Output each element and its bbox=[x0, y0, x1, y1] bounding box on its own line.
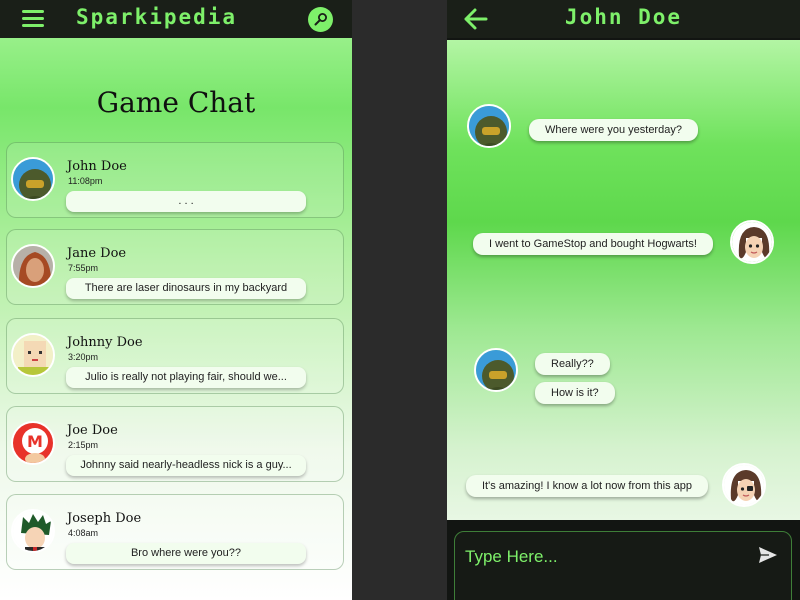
send-icon bbox=[759, 547, 777, 563]
chat-list-item[interactable]: M Joe Doe 2:15pm Johnny said nearly-head… bbox=[6, 406, 344, 482]
chat-preview: . . . bbox=[66, 191, 306, 212]
doom-slayer-avatar bbox=[474, 348, 518, 392]
chat-preview: Julio is really not playing fair, should… bbox=[66, 367, 306, 388]
app-title: Sparkipedia bbox=[76, 5, 238, 29]
chat-name: Jane Doe bbox=[67, 246, 127, 261]
chat-list-item[interactable]: Johnny Doe 3:20pm Julio is really not pl… bbox=[6, 318, 344, 394]
doom-slayer-avatar bbox=[11, 157, 55, 201]
chat-time: 11:08pm bbox=[68, 176, 103, 186]
search-icon bbox=[314, 13, 327, 26]
doom-slayer-avatar bbox=[467, 104, 511, 148]
message-bubble-received: Really?? bbox=[535, 353, 610, 375]
chat-preview: There are laser dinosaurs in my backyard bbox=[66, 278, 306, 299]
top-app-bar: Sparkipedia bbox=[0, 0, 352, 38]
chat-name: Joseph Doe bbox=[67, 511, 142, 526]
chat-preview: Bro where were you?? bbox=[66, 543, 306, 564]
chat-list-item[interactable]: John Doe 11:08pm . . . bbox=[6, 142, 344, 218]
chat-time: 7:55pm bbox=[68, 263, 99, 273]
mario-avatar: M bbox=[11, 421, 55, 465]
message-bubble-sent: I went to GameStop and bought Hogwarts! bbox=[473, 233, 713, 255]
message-thread: Where were you yesterday? I went to Game… bbox=[447, 40, 800, 520]
chat-list-screen: Sparkipedia Game Chat John Doe 11:08pm .… bbox=[0, 0, 352, 600]
conversation-top-bar: John Doe bbox=[447, 0, 800, 38]
user-avatar bbox=[722, 463, 766, 507]
page-title: Game Chat bbox=[96, 86, 256, 119]
chat-name: John Doe bbox=[67, 159, 127, 174]
conversation-screen: John Doe Where were you yesterday? I wen… bbox=[447, 0, 800, 600]
chat-time: 4:08am bbox=[68, 528, 99, 538]
chat-preview: Johnny said nearly-headless nick is a gu… bbox=[66, 455, 306, 476]
user-avatar bbox=[730, 220, 774, 264]
send-button[interactable] bbox=[758, 546, 778, 569]
search-button[interactable] bbox=[308, 7, 333, 32]
message-input[interactable] bbox=[465, 544, 745, 570]
contact-name: John Doe bbox=[564, 5, 683, 29]
message-bubble-received: Where were you yesterday? bbox=[529, 119, 698, 141]
menu-icon[interactable] bbox=[22, 10, 44, 28]
message-bubble-received: How is it? bbox=[535, 382, 615, 404]
chat-time: 3:20pm bbox=[68, 352, 99, 362]
svg-text:M: M bbox=[27, 432, 43, 451]
aloy-avatar bbox=[11, 244, 55, 288]
message-composer bbox=[454, 531, 792, 600]
chat-time: 2:15pm bbox=[68, 440, 99, 450]
blocky-character-avatar bbox=[11, 333, 55, 377]
chat-list-item[interactable]: Joseph Doe 4:08am Bro where were you?? bbox=[6, 494, 344, 570]
chat-list-item[interactable]: Jane Doe 7:55pm There are laser dinosaur… bbox=[6, 229, 344, 305]
message-bubble-sent: It's amazing! I know a lot now from this… bbox=[466, 475, 708, 497]
chat-name: Johnny Doe bbox=[67, 335, 143, 350]
chat-name: Joe Doe bbox=[67, 423, 118, 438]
anime-hero-avatar bbox=[11, 509, 55, 553]
